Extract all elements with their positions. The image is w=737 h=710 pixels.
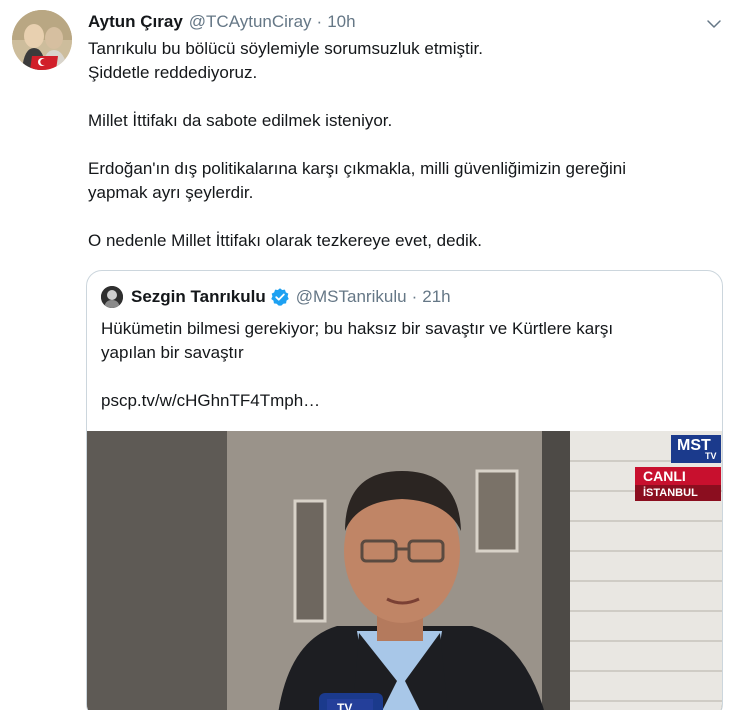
author-handle[interactable]: @TCAytunCiray (189, 12, 312, 32)
quoted-tweet[interactable]: Sezgin Tanrıkulu @MSTanrikulu · 21h Hükü… (86, 270, 723, 710)
location-label: İSTANBUL (635, 485, 721, 501)
tweet-text-line: Erdoğan'ın dış politikalarına karşı çıkm… (88, 159, 627, 178)
quoted-tweet-header: Sezgin Tanrıkulu @MSTanrikulu · 21h (101, 285, 451, 309)
quoted-tweet-time[interactable]: 21h (422, 287, 450, 307)
mic-label: TV (337, 701, 353, 710)
quoted-text-line: yapılan bir savaştır (101, 343, 244, 362)
video-thumbnail[interactable]: MST TV CANLI İSTANBUL TV (87, 431, 722, 710)
tweet-text-line: Millet İttifakı da sabote edilmek isteni… (88, 111, 393, 130)
live-label: CANLI (635, 467, 721, 485)
verified-badge-icon (270, 287, 290, 307)
channel-sub-logo: TV (705, 451, 717, 461)
tweet-text-line: Tanrıkulu bu bölücü söylemiyle sorumsuzl… (88, 39, 483, 58)
quoted-text-line: Hükümetin bilmesi gerekiyor; bu haksız b… (101, 319, 614, 338)
tweet-header: Aytun Çıray @TCAytunCiray · 10h (88, 12, 356, 34)
quoted-author-avatar[interactable] (101, 286, 123, 308)
quoted-author-name[interactable]: Sezgin Tanrıkulu (131, 287, 266, 307)
separator-dot: · (411, 287, 418, 306)
quoted-tweet-text: Hükümetin bilmesi gerekiyor; bu haksız b… (101, 317, 701, 413)
chevron-down-icon (707, 20, 721, 28)
live-badge: CANLI İSTANBUL (635, 467, 721, 503)
tweet-text-line: yapmak ayrı şeylerdir. (88, 183, 254, 202)
tweet-text-line: Şiddetle reddediyoruz. (88, 63, 258, 82)
more-options-button[interactable] (702, 12, 726, 36)
quoted-author-handle[interactable]: @MSTanrikulu (296, 287, 407, 307)
author-name[interactable]: Aytun Çıray (88, 12, 183, 32)
quoted-link[interactable]: pscp.tv/w/cHGhnTF4Tmph… (101, 389, 701, 413)
tweet-text-line: O nedenle Millet İttifakı olarak tezkere… (88, 231, 483, 250)
tweet-text: Tanrıkulu bu bölücü söylemiyle sorumsuzl… (88, 37, 718, 253)
tweet[interactable]: Aytun Çıray @TCAytunCiray · 10h Tanrıkul… (0, 0, 737, 710)
separator-dot: · (316, 12, 323, 31)
author-avatar[interactable] (12, 10, 72, 70)
tweet-time[interactable]: 10h (327, 12, 355, 32)
